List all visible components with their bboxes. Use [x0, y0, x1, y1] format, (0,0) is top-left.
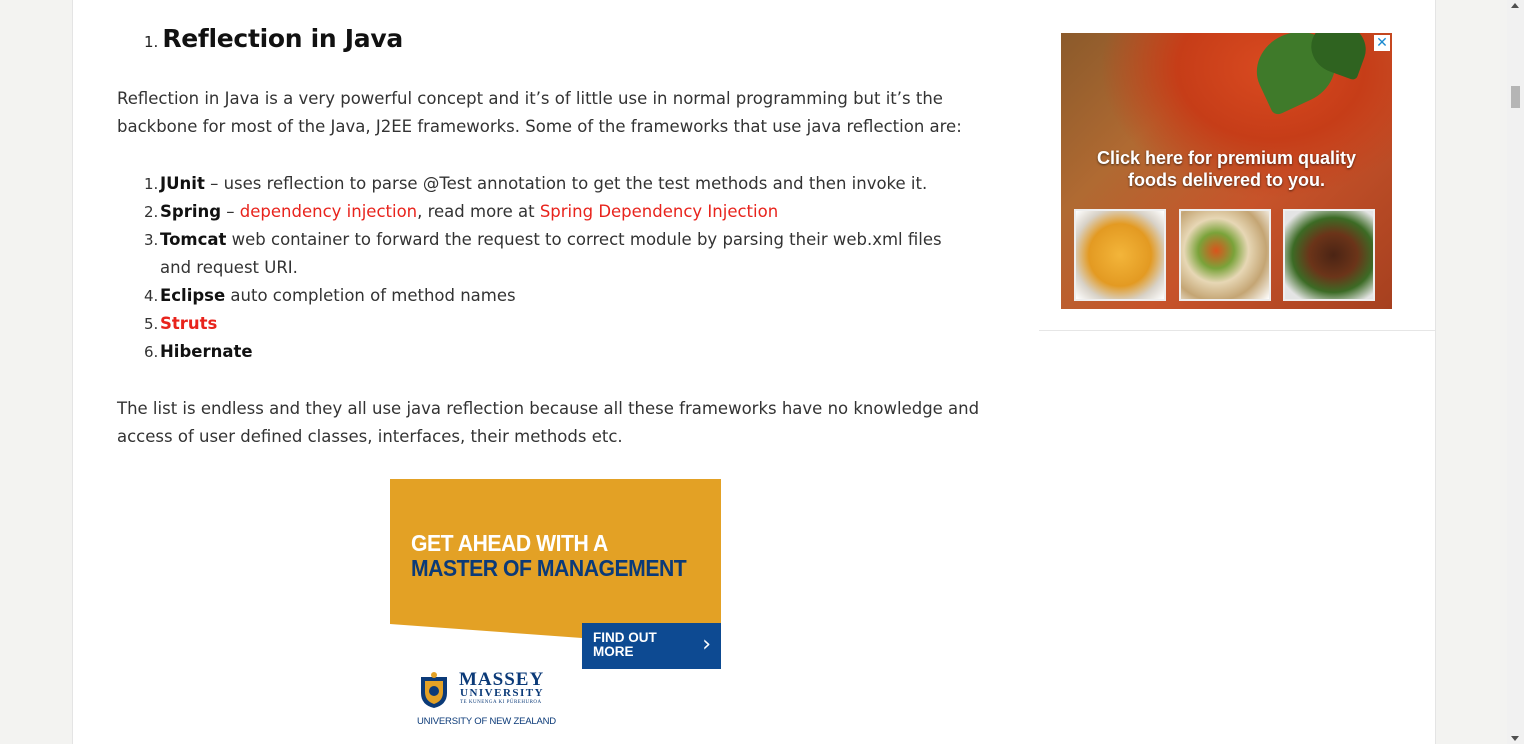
pot-roast-image — [1283, 209, 1375, 301]
list-item: 3. Tomcat web container to forward the r… — [144, 230, 942, 277]
ad-headline-2: MASTER OF MANAGEMENT — [411, 555, 687, 581]
framework-name: Tomcat — [160, 230, 227, 249]
massey-ad[interactable]: GET AHEAD WITH A MASTER OF MANAGEMENT FI… — [390, 479, 721, 741]
spring-di-link[interactable]: Spring Dependency Injection — [540, 202, 778, 221]
food-ad[interactable]: ✕ Click here for premium quality foods d… — [1061, 33, 1392, 309]
close-icon[interactable]: ✕ — [1374, 35, 1390, 51]
chevron-right-icon: › — [702, 632, 711, 657]
framework-name: JUnit — [160, 174, 205, 193]
outro-paragraph: The list is endless and they all use jav… — [117, 399, 980, 446]
list-item: 1. JUnit – uses reflection to parse @Tes… — [144, 174, 928, 193]
find-out-more-button[interactable]: FIND OUT MORE › — [582, 623, 721, 669]
cta-line-1: FIND OUT — [593, 630, 657, 645]
cta-line-2: MORE — [593, 644, 634, 659]
massey-logo: MASSEY UNIVERSITY TE KUNENGA KI PŪREHURO… — [417, 669, 557, 731]
list-item: 5. Struts — [144, 314, 218, 333]
list-item: 6. Hibernate — [144, 342, 253, 361]
framework-name: Spring — [160, 202, 222, 221]
dependency-injection-link[interactable]: dependency injection — [240, 202, 417, 221]
section-heading: 1. Reflection in Java — [144, 24, 403, 53]
mac-and-cheese-image — [1074, 209, 1166, 301]
food-ad-text: Click here for premium quality foods del… — [1096, 148, 1357, 190]
framework-name: Hibernate — [160, 342, 253, 361]
chicken-vegetables-image — [1179, 209, 1271, 301]
scrollbar-thumb[interactable] — [1511, 86, 1520, 108]
heading-number: 1. — [144, 33, 159, 51]
heading-title: Reflection in Java — [162, 24, 403, 53]
scroll-down-arrow-icon[interactable] — [1511, 736, 1519, 741]
crest-icon — [421, 672, 447, 708]
page-scrollbar[interactable] — [1507, 0, 1524, 744]
list-item: 4. Eclipse auto completion of method nam… — [144, 286, 516, 305]
frameworks-list: 1. JUnit – uses reflection to parse @Tes… — [144, 170, 974, 366]
logo-tagline: UNIVERSITY OF NEW ZEALAND — [417, 716, 556, 727]
framework-name: Eclipse — [160, 286, 226, 305]
sidebar-divider — [1039, 330, 1435, 331]
list-item: 2. Spring – dependency injection, read m… — [144, 202, 779, 221]
ad-headline-1: GET AHEAD WITH A — [411, 530, 608, 556]
logo-sub: UNIVERSITY — [460, 687, 545, 699]
struts-link[interactable]: Struts — [160, 314, 217, 333]
scroll-up-arrow-icon[interactable] — [1511, 3, 1519, 8]
logo-maori: TE KUNENGA KI PŪREHUROA — [460, 700, 542, 705]
intro-paragraph: Reflection in Java is a very powerful co… — [117, 89, 962, 136]
